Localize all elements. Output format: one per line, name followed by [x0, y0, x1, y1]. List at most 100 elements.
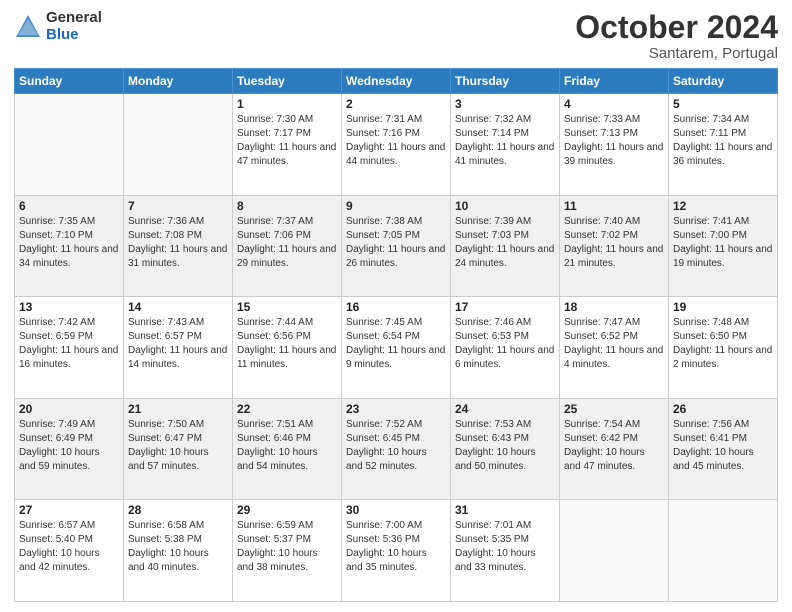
- day-info: Sunrise: 6:59 AMSunset: 5:37 PMDaylight:…: [237, 519, 337, 575]
- day-number: 15: [237, 300, 337, 314]
- day-number: 1: [237, 97, 337, 111]
- title-block: October 2024 Santarem, Portugal: [575, 10, 778, 62]
- day-number: 27: [19, 503, 119, 517]
- day-info: Sunrise: 7:48 AMSunset: 6:50 PMDaylight:…: [673, 316, 773, 372]
- calendar-header-row: Sunday Monday Tuesday Wednesday Thursday…: [15, 69, 778, 94]
- day-number: 14: [128, 300, 228, 314]
- table-row: 26 Sunrise: 7:56 AMSunset: 6:41 PMDayligh…: [669, 398, 778, 500]
- table-row: 28Sunrise: 6:58 AMSunset: 5:38 PMDayligh…: [124, 500, 233, 602]
- table-row: 24 Sunrise: 7:53 AMSunset: 6:43 PMDayligh…: [451, 398, 560, 500]
- table-row: 4 Sunrise: 7:33 AMSunset: 7:13 PMDaylight…: [560, 94, 669, 196]
- day-number: 4: [564, 97, 664, 111]
- day-info: Sunrise: 7:47 AMSunset: 6:52 PMDaylight:…: [564, 316, 664, 372]
- day-info: Sunrise: 7:44 AMSunset: 6:56 PMDaylight:…: [237, 316, 337, 372]
- table-row: 16 Sunrise: 7:45 AMSunset: 6:54 PMDayligh…: [342, 297, 451, 399]
- table-row: 15 Sunrise: 7:44 AMSunset: 6:56 PMDayligh…: [233, 297, 342, 399]
- logo-general-text: General: [46, 10, 102, 27]
- day-number: 7: [128, 199, 228, 213]
- col-tuesday: Tuesday: [233, 69, 342, 94]
- col-monday: Monday: [124, 69, 233, 94]
- day-number: 22: [237, 402, 337, 416]
- day-info: Sunrise: 7:56 AMSunset: 6:41 PMDaylight:…: [673, 418, 773, 474]
- day-number: 11: [564, 199, 664, 213]
- day-info: Sunrise: 7:51 AMSunset: 6:46 PMDaylight:…: [237, 418, 337, 474]
- title-month: October 2024: [575, 10, 778, 45]
- table-row: 12Sunrise: 7:41 AMSunset: 7:00 PMDayligh…: [669, 195, 778, 297]
- day-number: 5: [673, 97, 773, 111]
- day-info: Sunrise: 7:53 AMSunset: 6:43 PMDaylight:…: [455, 418, 555, 474]
- day-info: Sunrise: 7:35 AMSunset: 7:10 PMDaylight:…: [19, 215, 119, 271]
- day-info: Sunrise: 7:31 AMSunset: 7:16 PMDaylight:…: [346, 113, 446, 169]
- day-number: 19: [673, 300, 773, 314]
- day-number: 31: [455, 503, 555, 517]
- table-row: 29 Sunrise: 6:59 AMSunset: 5:37 PMDayligh…: [233, 500, 342, 602]
- title-location: Santarem, Portugal: [575, 45, 778, 62]
- day-info: Sunrise: 7:33 AMSunset: 7:13 PMDaylight:…: [564, 113, 664, 169]
- table-row: 8 Sunrise: 7:37 AMSunset: 7:06 PMDaylight…: [233, 195, 342, 297]
- table-row: 30Sunrise: 7:00 AMSunset: 5:36 PMDayligh…: [342, 500, 451, 602]
- table-row: 7 Sunrise: 7:36 AMSunset: 7:08 PMDaylight…: [124, 195, 233, 297]
- day-number: 12: [673, 199, 773, 213]
- day-number: 10: [455, 199, 555, 213]
- table-row: 23 Sunrise: 7:52 AMSunset: 6:45 PMDayligh…: [342, 398, 451, 500]
- table-row: [15, 94, 124, 196]
- day-number: 20: [19, 402, 119, 416]
- day-number: 9: [346, 199, 446, 213]
- day-info: Sunrise: 6:58 AMSunset: 5:38 PMDaylight:…: [128, 519, 228, 575]
- day-number: 23: [346, 402, 446, 416]
- day-info: Sunrise: 6:57 AMSunset: 5:40 PMDaylight:…: [19, 519, 119, 575]
- table-row: 13Sunrise: 7:42 AMSunset: 6:59 PMDayligh…: [15, 297, 124, 399]
- day-info: Sunrise: 7:36 AMSunset: 7:08 PMDaylight:…: [128, 215, 228, 271]
- calendar-week-row: 6Sunrise: 7:35 AMSunset: 7:10 PMDaylight…: [15, 195, 778, 297]
- day-info: Sunrise: 7:37 AMSunset: 7:06 PMDaylight:…: [237, 215, 337, 271]
- table-row: 10Sunrise: 7:39 AMSunset: 7:03 PMDayligh…: [451, 195, 560, 297]
- day-number: 30: [346, 503, 446, 517]
- day-number: 2: [346, 97, 446, 111]
- logo-text: General Blue: [46, 10, 102, 43]
- table-row: 6Sunrise: 7:35 AMSunset: 7:10 PMDaylight…: [15, 195, 124, 297]
- day-info: Sunrise: 7:52 AMSunset: 6:45 PMDaylight:…: [346, 418, 446, 474]
- day-info: Sunrise: 7:49 AMSunset: 6:49 PMDaylight:…: [19, 418, 119, 474]
- table-row: [124, 94, 233, 196]
- table-row: 19 Sunrise: 7:48 AMSunset: 6:50 PMDayligh…: [669, 297, 778, 399]
- day-number: 18: [564, 300, 664, 314]
- day-info: Sunrise: 7:54 AMSunset: 6:42 PMDaylight:…: [564, 418, 664, 474]
- page: General Blue October 2024 Santarem, Port…: [0, 0, 792, 612]
- header: General Blue October 2024 Santarem, Port…: [14, 10, 778, 62]
- table-row: 11 Sunrise: 7:40 AMSunset: 7:02 PMDayligh…: [560, 195, 669, 297]
- day-number: 8: [237, 199, 337, 213]
- day-info: Sunrise: 7:45 AMSunset: 6:54 PMDaylight:…: [346, 316, 446, 372]
- col-sunday: Sunday: [15, 69, 124, 94]
- table-row: 20 Sunrise: 7:49 AMSunset: 6:49 PMDayligh…: [15, 398, 124, 500]
- day-number: 21: [128, 402, 228, 416]
- col-thursday: Thursday: [451, 69, 560, 94]
- table-row: 18 Sunrise: 7:47 AMSunset: 6:52 PMDayligh…: [560, 297, 669, 399]
- table-row: 1Sunrise: 7:30 AMSunset: 7:17 PMDaylight…: [233, 94, 342, 196]
- logo-blue-text: Blue: [46, 27, 102, 44]
- day-number: 26: [673, 402, 773, 416]
- table-row: 9 Sunrise: 7:38 AMSunset: 7:05 PMDaylight…: [342, 195, 451, 297]
- calendar-week-row: 1Sunrise: 7:30 AMSunset: 7:17 PMDaylight…: [15, 94, 778, 196]
- table-row: 14Sunrise: 7:43 AMSunset: 6:57 PMDayligh…: [124, 297, 233, 399]
- day-info: Sunrise: 7:32 AMSunset: 7:14 PMDaylight:…: [455, 113, 555, 169]
- day-number: 3: [455, 97, 555, 111]
- table-row: 17Sunrise: 7:46 AMSunset: 6:53 PMDayligh…: [451, 297, 560, 399]
- day-info: Sunrise: 7:34 AMSunset: 7:11 PMDaylight:…: [673, 113, 773, 169]
- calendar-week-row: 27 Sunrise: 6:57 AMSunset: 5:40 PMDayligh…: [15, 500, 778, 602]
- logo: General Blue: [14, 10, 102, 43]
- day-number: 25: [564, 402, 664, 416]
- col-wednesday: Wednesday: [342, 69, 451, 94]
- day-number: 29: [237, 503, 337, 517]
- col-friday: Friday: [560, 69, 669, 94]
- table-row: 21Sunrise: 7:50 AMSunset: 6:47 PMDayligh…: [124, 398, 233, 500]
- day-info: Sunrise: 7:38 AMSunset: 7:05 PMDaylight:…: [346, 215, 446, 271]
- day-number: 17: [455, 300, 555, 314]
- table-row: 5 Sunrise: 7:34 AMSunset: 7:11 PMDaylight…: [669, 94, 778, 196]
- day-number: 24: [455, 402, 555, 416]
- table-row: [669, 500, 778, 602]
- table-row: 25 Sunrise: 7:54 AMSunset: 6:42 PMDayligh…: [560, 398, 669, 500]
- table-row: 22 Sunrise: 7:51 AMSunset: 6:46 PMDayligh…: [233, 398, 342, 500]
- day-number: 16: [346, 300, 446, 314]
- day-info: Sunrise: 7:01 AMSunset: 5:35 PMDaylight:…: [455, 519, 555, 575]
- day-info: Sunrise: 7:40 AMSunset: 7:02 PMDaylight:…: [564, 215, 664, 271]
